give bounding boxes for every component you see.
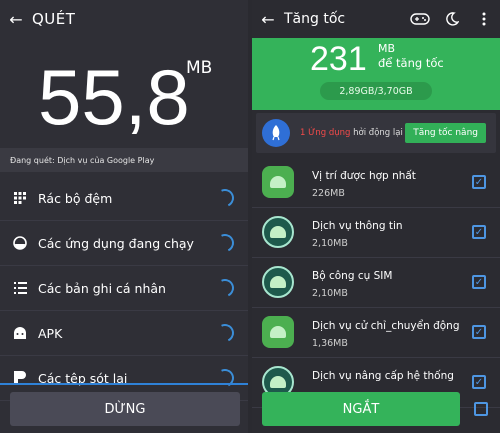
freeable-memory-caption: để tăng tốc [378, 56, 444, 70]
loading-spinner-icon [213, 366, 237, 390]
app-name: Dịch vụ nâng cấp hệ thống [312, 370, 454, 382]
list-item[interactable]: Các ứng dụng đang chạy [0, 221, 248, 266]
more-options-icon[interactable] [474, 9, 494, 29]
app-checkbox[interactable]: ✓ [472, 375, 486, 389]
back-arrow-icon[interactable]: ← [258, 9, 278, 29]
android-system-icon [262, 216, 294, 248]
loading-spinner-icon [213, 186, 237, 210]
junk-size-value: 55,8 [38, 53, 190, 141]
app-size: 2,10MB [312, 288, 348, 299]
app-checkbox[interactable]: ✓ [472, 225, 486, 239]
list-item[interactable]: Các bản ghi cá nhân [0, 266, 248, 311]
stop-button[interactable]: DỪNG [10, 392, 240, 426]
list-item[interactable]: Vị trí được hợp nhất 226MB ✓ [252, 158, 500, 208]
list-item-label: Rác bộ đệm [38, 190, 113, 206]
app-checkbox[interactable]: ✓ [472, 325, 486, 339]
list-icon [12, 280, 28, 296]
select-all-checkbox[interactable] [474, 402, 488, 416]
app-name: Dịch vụ thông tin [312, 220, 403, 232]
gamepad-icon[interactable] [410, 9, 430, 29]
ram-usage-badge: 2,89GB/3,70GB [320, 82, 432, 100]
back-arrow-icon[interactable]: ← [6, 9, 26, 29]
app-name: Dịch vụ cử chỉ_chuyển động [312, 320, 460, 332]
loading-spinner-icon [213, 276, 237, 300]
restart-apps-text: 1 Ứng dụng hởi động lại [300, 128, 403, 138]
list-item[interactable]: Rác bộ đệm [0, 176, 248, 221]
android-app-icon [262, 316, 294, 348]
restart-app-count: 1 Ứng dụng [300, 128, 351, 138]
app-size: 2,10MB [312, 238, 348, 249]
app-checkbox[interactable]: ✓ [472, 275, 486, 289]
app-list: Vị trí được hợp nhất 226MB ✓ Dịch vụ thô… [252, 158, 500, 408]
scan-progress-line [0, 383, 248, 385]
list-item-label: APK [38, 325, 63, 341]
app-size: 226MB [312, 188, 345, 199]
junk-size-unit: MB [186, 58, 213, 78]
deep-boost-card: 1 Ứng dụng hởi động lại Tăng tốc nâng [256, 113, 496, 153]
boost-header: ← Tăng tốc [252, 0, 500, 38]
page-title: Tăng tốc [284, 11, 346, 27]
android-system-icon [262, 266, 294, 298]
loading-spinner-icon [213, 321, 237, 345]
android-app-icon [262, 166, 294, 198]
app-name: Vị trí được hợp nhất [312, 170, 416, 182]
advanced-boost-button[interactable]: Tăng tốc nâng [405, 123, 486, 143]
scan-status: Đang quét: Dịch vụ của Google Play [0, 148, 248, 172]
restart-app-caption: hởi động lại [353, 128, 403, 138]
stop-boost-button[interactable]: NGẮT [262, 392, 460, 426]
running-apps-icon [12, 235, 28, 251]
app-name: Bộ công cụ SIM [312, 270, 393, 282]
list-item[interactable]: Bộ công cụ SIM 2,10MB ✓ [252, 258, 500, 308]
rocket-icon [262, 119, 290, 147]
app-checkbox[interactable]: ✓ [472, 175, 486, 189]
android-icon [12, 325, 28, 341]
memory-summary: 231 MB để tăng tốc 2,89GB/3,70GB [252, 38, 500, 110]
app-size: 1,36MB [312, 338, 348, 349]
list-item[interactable]: Dịch vụ cử chỉ_chuyển động 1,36MB ✓ [252, 308, 500, 358]
scan-header: ← QUÉT [0, 0, 248, 38]
list-item-label: Các ứng dụng đang chạy [38, 235, 194, 251]
freeable-memory-unit: MB [378, 42, 396, 55]
night-mode-icon[interactable] [442, 9, 462, 29]
list-item-label: Các bản ghi cá nhân [38, 280, 166, 296]
boost-panel: ← Tăng tốc 231 MB để tăng tốc 2,89GB/3,7… [252, 0, 500, 433]
list-item[interactable]: Dịch vụ thông tin 2,10MB ✓ [252, 208, 500, 258]
freeable-memory-value: 231 [310, 40, 367, 78]
scan-panel: ← QUÉT 55,8 MB Đang quét: Dịch vụ của Go… [0, 0, 248, 433]
junk-size: 55,8 MB [0, 52, 248, 147]
grid-icon [12, 190, 28, 206]
list-item[interactable]: APK [0, 311, 248, 356]
loading-spinner-icon [213, 231, 237, 255]
page-title: QUÉT [32, 10, 76, 28]
scan-category-list: Rác bộ đệm Các ứng dụng đang chạy Các bả… [0, 176, 248, 401]
